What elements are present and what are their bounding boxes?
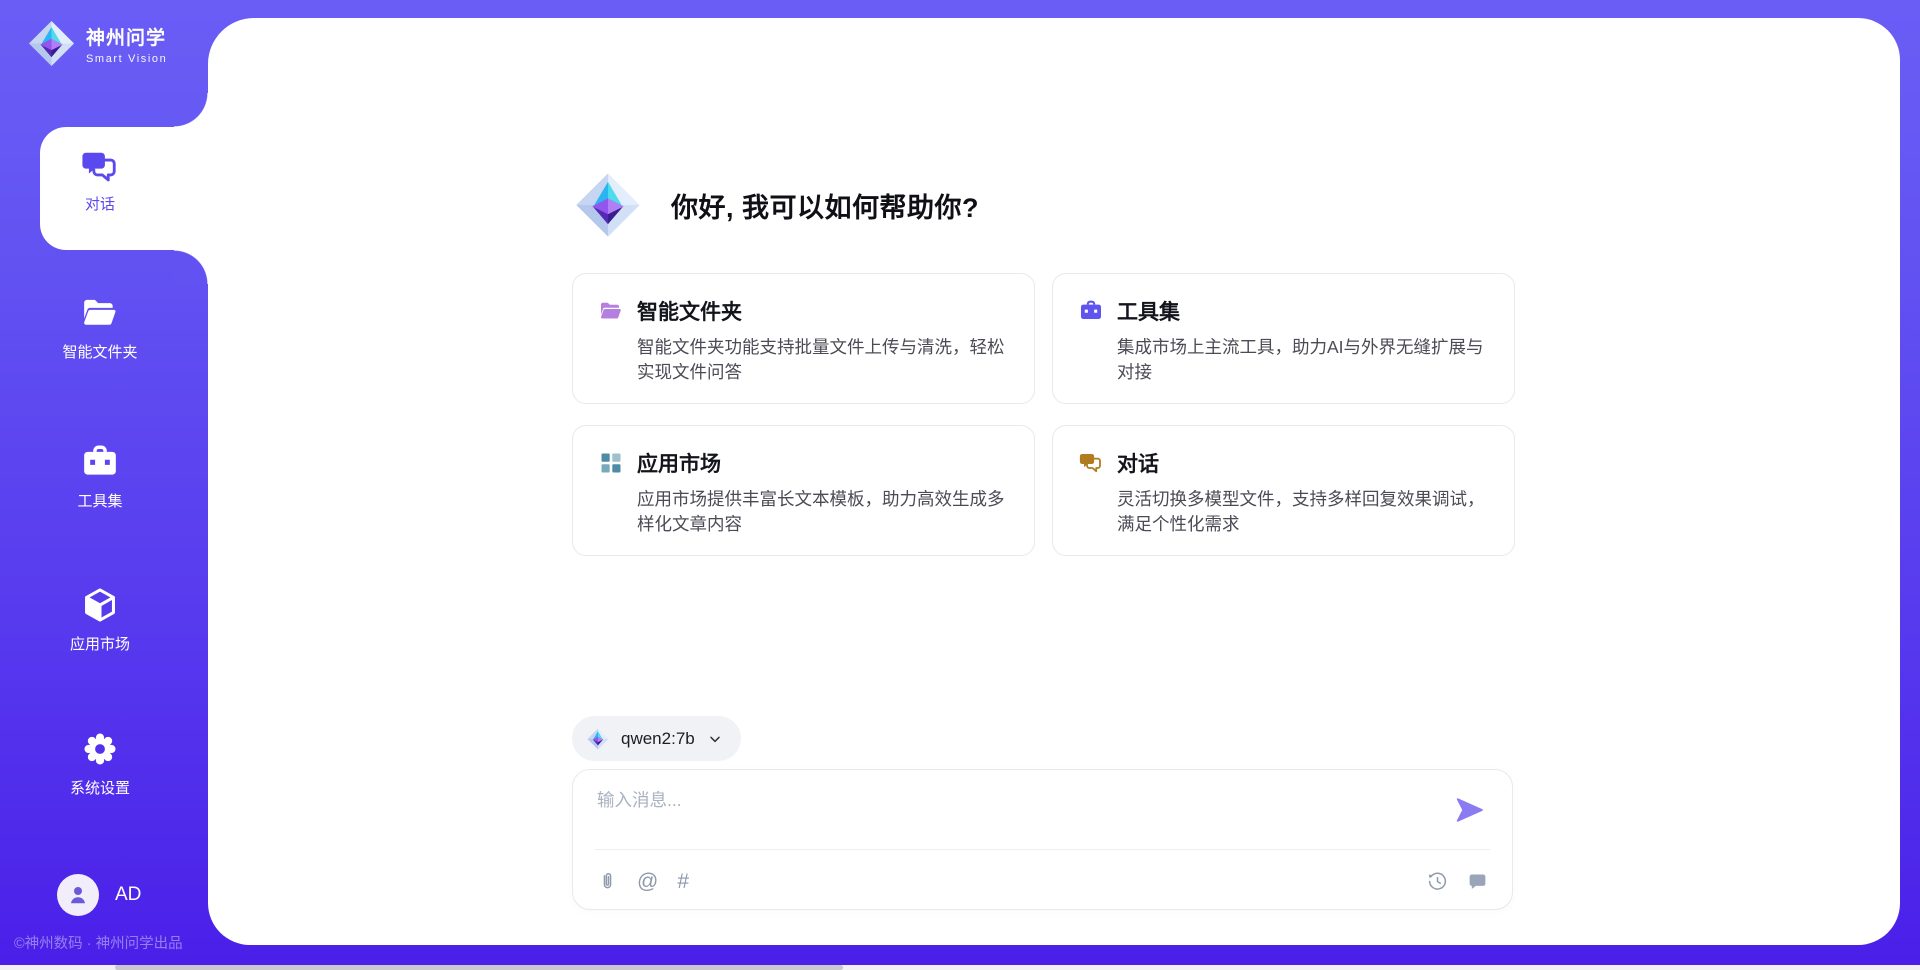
composer-toolbar: @ # <box>597 861 1488 901</box>
card-title: 智能文件夹 <box>637 296 742 326</box>
paperclip-icon <box>597 871 618 892</box>
chat-icon <box>81 148 119 186</box>
card-description: 智能文件夹功能支持批量文件上传与清洗，轻松实现文件问答 <box>637 335 1008 386</box>
scrollbar-thumb[interactable] <box>115 965 843 970</box>
sidebar-item-label: 智能文件夹 <box>62 341 137 362</box>
grid-icon <box>599 451 623 475</box>
card-title: 对话 <box>1117 448 1159 478</box>
sidebar: 神州问学 Smart Vision 对话 智能文件夹 工具集 应用市场 系统设置… <box>0 0 208 970</box>
feature-card-apps[interactable]: 应用市场 应用市场提供丰富长文本模板，助力高效生成多样化文章内容 <box>572 425 1035 556</box>
sidebar-footer: ©神州数码 · 神州问学出品 <box>14 932 183 953</box>
greeting: 你好, 我可以如何帮助你? <box>575 172 979 238</box>
message-input[interactable] <box>597 787 1437 842</box>
composer: @ # <box>572 769 1513 910</box>
sidebar-item-chat[interactable]: 对话 <box>40 127 208 250</box>
avatar <box>57 874 99 916</box>
card-description: 灵活切换多模型文件，支持多样回复效果调试，满足个性化需求 <box>1117 487 1488 538</box>
feature-card-chat[interactable]: 对话 灵活切换多模型文件，支持多样回复效果调试，满足个性化需求 <box>1052 425 1515 556</box>
user-menu[interactable]: AD <box>57 874 141 916</box>
send-icon <box>1455 795 1485 825</box>
composer-divider <box>595 849 1490 850</box>
greeting-title: 你好, 我可以如何帮助你? <box>671 186 979 225</box>
cube-icon <box>81 586 119 624</box>
chat-icon <box>1079 451 1103 475</box>
model-selector[interactable]: qwen2:7b <box>572 716 741 761</box>
gem-diamond-icon <box>575 172 641 238</box>
feature-card-tools[interactable]: 工具集 集成市场上主流工具，助力AI与外界无缝扩展与对接 <box>1052 273 1515 404</box>
user-name: AD <box>115 884 141 906</box>
attach-button[interactable] <box>597 871 618 892</box>
card-title: 应用市场 <box>637 448 721 478</box>
brand-subtitle: Smart Vision <box>86 53 167 65</box>
sidebar-item-settings[interactable]: 系统设置 <box>0 730 200 798</box>
history-icon <box>1427 871 1448 892</box>
user-icon <box>66 883 90 907</box>
card-title: 工具集 <box>1117 296 1180 326</box>
at-icon: @ <box>637 871 658 892</box>
conversation-button[interactable] <box>1467 871 1488 892</box>
sidebar-item-label: 系统设置 <box>70 777 130 798</box>
active-tab-fillet-top <box>174 93 208 127</box>
card-description: 应用市场提供丰富长文本模板，助力高效生成多样化文章内容 <box>637 487 1008 538</box>
sidebar-item-label: 工具集 <box>77 490 122 511</box>
feature-card-folders[interactable]: 智能文件夹 智能文件夹功能支持批量文件上传与清洗，轻松实现文件问答 <box>572 273 1035 404</box>
toolbox-icon <box>1079 299 1103 323</box>
brand-name: 神州问学 <box>86 23 167 50</box>
history-button[interactable] <box>1427 871 1448 892</box>
send-button[interactable] <box>1455 795 1485 825</box>
model-name: qwen2:7b <box>621 729 695 749</box>
gear-icon <box>81 730 119 768</box>
chevron-down-icon <box>707 731 723 747</box>
sidebar-item-label: 对话 <box>85 193 115 214</box>
hash-icon: # <box>677 871 689 892</box>
card-description: 集成市场上主流工具，助力AI与外界无缝扩展与对接 <box>1117 335 1488 386</box>
gem-diamond-icon <box>587 728 609 750</box>
active-tab-fillet-bottom <box>174 250 208 284</box>
sidebar-item-tools[interactable]: 工具集 <box>0 443 200 511</box>
folder-icon <box>81 294 119 332</box>
mention-button[interactable]: @ <box>637 871 658 892</box>
comment-icon <box>1467 871 1488 892</box>
folder-open-icon <box>599 299 623 323</box>
main-panel: 你好, 我可以如何帮助你? 智能文件夹 智能文件夹功能支持批量文件上传与清洗，轻… <box>208 18 1900 945</box>
sidebar-item-label: 应用市场 <box>70 633 130 654</box>
toolbox-icon <box>81 443 119 481</box>
gem-diamond-icon <box>28 20 75 67</box>
brand: 神州问学 Smart Vision <box>28 20 167 67</box>
horizontal-scrollbar[interactable] <box>0 965 1920 970</box>
topic-button[interactable]: # <box>677 871 689 892</box>
sidebar-item-folders[interactable]: 智能文件夹 <box>0 294 200 362</box>
sidebar-item-apps[interactable]: 应用市场 <box>0 586 200 654</box>
